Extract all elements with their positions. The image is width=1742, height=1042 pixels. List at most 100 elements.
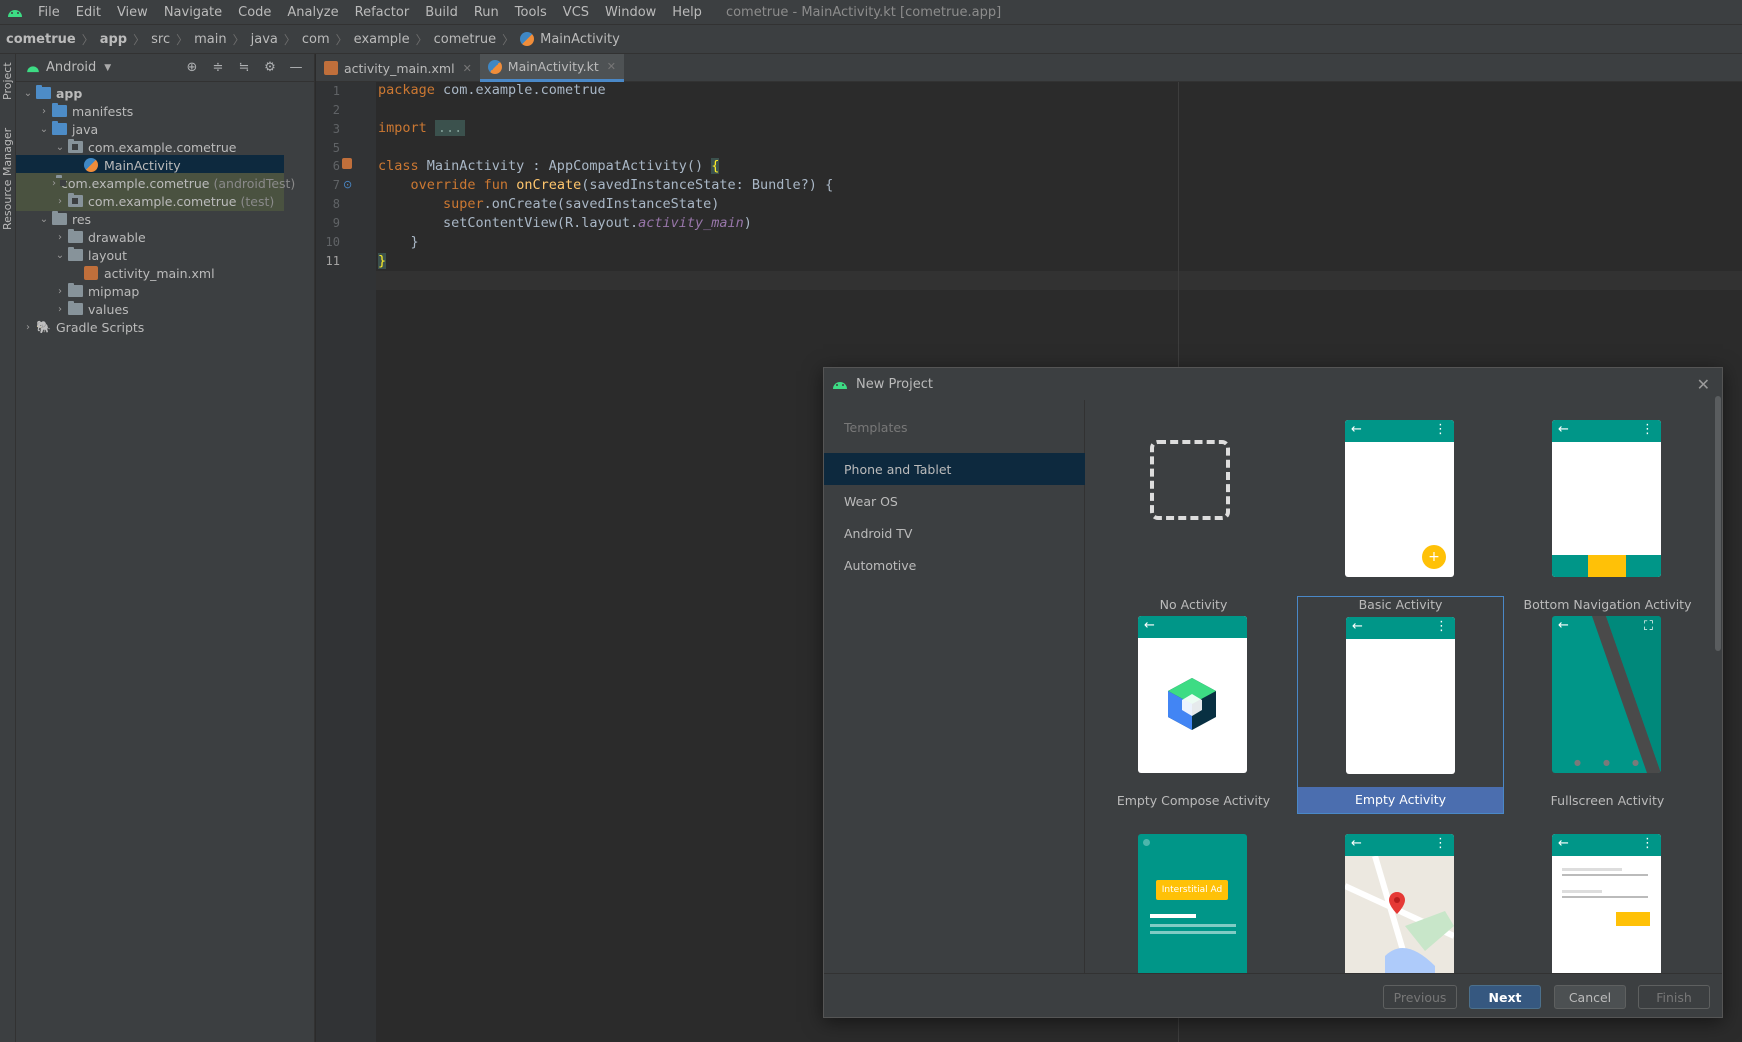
tree-item-mainactivity[interactable]: MainActivity [16, 155, 284, 175]
menu-code[interactable]: Code [230, 0, 279, 25]
template-login-activity[interactable]: ← ⋮ [1504, 814, 1711, 973]
menu-refactor[interactable]: Refactor [347, 0, 418, 25]
template-empty-activity[interactable]: ← ⋮ Empty Activity [1297, 596, 1504, 814]
tree-item-label: drawable [88, 229, 146, 245]
tree-item-activity-main-xml[interactable]: activity_main.xml [16, 263, 314, 283]
menu-edit[interactable]: Edit [68, 0, 109, 25]
tree-item-gradle-scripts[interactable]: › 🐘 Gradle Scripts [16, 317, 314, 337]
menu-view[interactable]: View [109, 0, 156, 25]
breadcrumb-item[interactable]: MainActivity [540, 32, 620, 47]
tree-item-manifests[interactable]: › manifests [16, 101, 314, 121]
breadcrumb-item[interactable]: example [354, 32, 410, 47]
menu-navigate[interactable]: Navigate [156, 0, 230, 25]
template-empty-compose-activity[interactable]: ← Empty Compose Activity [1090, 596, 1297, 814]
tree-item-layout[interactable]: ⌄ layout [16, 245, 314, 265]
template-bottom-navigation-activity[interactable]: ← ⋮ Bottom Navigation Activity [1504, 400, 1711, 618]
resource-manager-tool-button[interactable]: Resource Manager [1, 128, 14, 230]
fab-plus-icon: + [1422, 545, 1446, 569]
chevron-down-icon[interactable]: ⌄ [36, 124, 52, 135]
menu-help[interactable]: Help [664, 0, 710, 25]
folder-icon [68, 301, 83, 315]
phone-preview: ← ⋮ [1345, 834, 1454, 973]
previous-button[interactable]: Previous [1383, 985, 1457, 1009]
project-tool-button[interactable]: Project [1, 62, 14, 100]
folder-icon [68, 247, 83, 261]
chevron-right-icon[interactable]: › [52, 196, 68, 207]
chevron-right-icon[interactable]: › [52, 232, 68, 243]
close-icon[interactable]: ✕ [607, 60, 616, 73]
gear-icon[interactable]: ⚙ [262, 60, 278, 76]
folded-imports[interactable]: ... [434, 120, 466, 136]
chevron-right-icon[interactable]: › [20, 322, 36, 333]
folder-icon [68, 283, 83, 297]
code-token: } [378, 253, 387, 269]
line-number: 11 [325, 254, 340, 268]
phone-preview: ← ⋮ [1552, 420, 1661, 577]
breadcrumb-item[interactable]: com [302, 32, 330, 47]
next-button[interactable]: Next [1469, 985, 1541, 1009]
template-grid-scrollbar[interactable] [1715, 396, 1721, 651]
tree-item-app[interactable]: ⌄ app [16, 83, 314, 103]
breadcrumb-item[interactable]: src [151, 32, 170, 47]
category-android-tv[interactable]: Android TV [824, 517, 1085, 549]
tree-item-label: app [56, 85, 83, 101]
close-icon[interactable]: ✕ [1697, 375, 1710, 394]
template-no-activity[interactable]: No Activity [1090, 400, 1297, 618]
tree-item-java[interactable]: ⌄ java [16, 119, 314, 139]
menu-build[interactable]: Build [417, 0, 466, 25]
menu-analyze[interactable]: Analyze [279, 0, 346, 25]
hide-panel-icon[interactable]: — [288, 60, 304, 76]
template-google-maps-activity[interactable]: ← ⋮ [1297, 814, 1504, 973]
menu-window[interactable]: Window [597, 0, 664, 25]
tree-item-values[interactable]: › values [16, 299, 314, 319]
empty-template-icon [1150, 440, 1230, 520]
breadcrumb-item[interactable]: java [251, 32, 278, 47]
tree-item-res[interactable]: ⌄ res [16, 209, 314, 229]
tree-item-package-androidtest[interactable]: › com.example.cometrue (androidTest) [16, 173, 295, 193]
chevron-down-icon[interactable]: ⌄ [52, 142, 68, 153]
chevron-right-icon[interactable]: › [36, 106, 52, 117]
input-line [1562, 896, 1648, 898]
tree-item-package-test[interactable]: › com.example.cometrue (test) [16, 191, 284, 211]
close-icon[interactable]: ✕ [463, 62, 472, 75]
tree-item-label: java [72, 121, 99, 137]
locate-file-icon[interactable]: ⊕ [184, 60, 200, 76]
category-automotive[interactable]: Automotive [824, 549, 1085, 581]
menu-vcs[interactable]: VCS [555, 0, 597, 25]
chevron-down-icon[interactable]: ⌄ [20, 88, 36, 99]
dialog-title-bar: New Project ✕ [824, 368, 1722, 400]
category-wear-os[interactable]: Wear OS [824, 485, 1085, 517]
menu-tools[interactable]: Tools [507, 0, 555, 25]
override-method-icon[interactable]: ⊙ [343, 178, 352, 191]
tree-item-drawable[interactable]: › drawable [16, 227, 314, 247]
chevron-down-icon[interactable]: ⌄ [52, 250, 68, 261]
template-interstitial-ad[interactable]: Interstitial Ad [1090, 814, 1297, 973]
expand-all-icon[interactable]: ≑ [210, 60, 226, 76]
cancel-button[interactable]: Cancel [1554, 985, 1626, 1009]
template-fullscreen-activity[interactable]: ← ⛶ ●●● Fullscreen Activity [1504, 596, 1711, 814]
layout-gutter-icon[interactable] [342, 158, 352, 169]
tree-item-mipmap[interactable]: › mipmap [16, 281, 314, 301]
template-basic-activity[interactable]: ← ⋮ + Basic Activity [1297, 400, 1504, 618]
chevron-down-icon[interactable]: ⌄ [36, 214, 52, 225]
finish-button[interactable]: Finish [1638, 985, 1710, 1009]
chevron-right-icon[interactable]: › [52, 178, 56, 189]
breadcrumb-item[interactable]: main [194, 32, 226, 47]
breadcrumb-item[interactable]: app [100, 32, 127, 47]
dropdown-arrow-icon[interactable]: ▼ [104, 63, 111, 73]
collapse-all-icon[interactable]: ≒ [236, 60, 252, 76]
menu-run[interactable]: Run [466, 0, 507, 25]
menu-file[interactable]: File [30, 0, 68, 25]
line-number: 3 [332, 122, 340, 136]
breadcrumb-item[interactable]: cometrue [6, 32, 76, 47]
category-phone-and-tablet[interactable]: Phone and Tablet [824, 453, 1085, 485]
breadcrumb-item[interactable]: cometrue [434, 32, 496, 47]
tab-activity-main-xml[interactable]: activity_main.xml ✕ [316, 54, 480, 82]
chevron-right-icon[interactable]: › [52, 286, 68, 297]
chevron-right-icon[interactable]: › [52, 304, 68, 315]
project-view-selector[interactable]: Android [46, 60, 96, 75]
nav-dots: ●●● [1574, 758, 1661, 767]
line-number: 7 [332, 178, 340, 192]
tree-item-package-main[interactable]: ⌄ com.example.cometrue [16, 137, 314, 157]
tab-mainactivity-kt[interactable]: MainActivity.kt ✕ [479, 54, 624, 82]
